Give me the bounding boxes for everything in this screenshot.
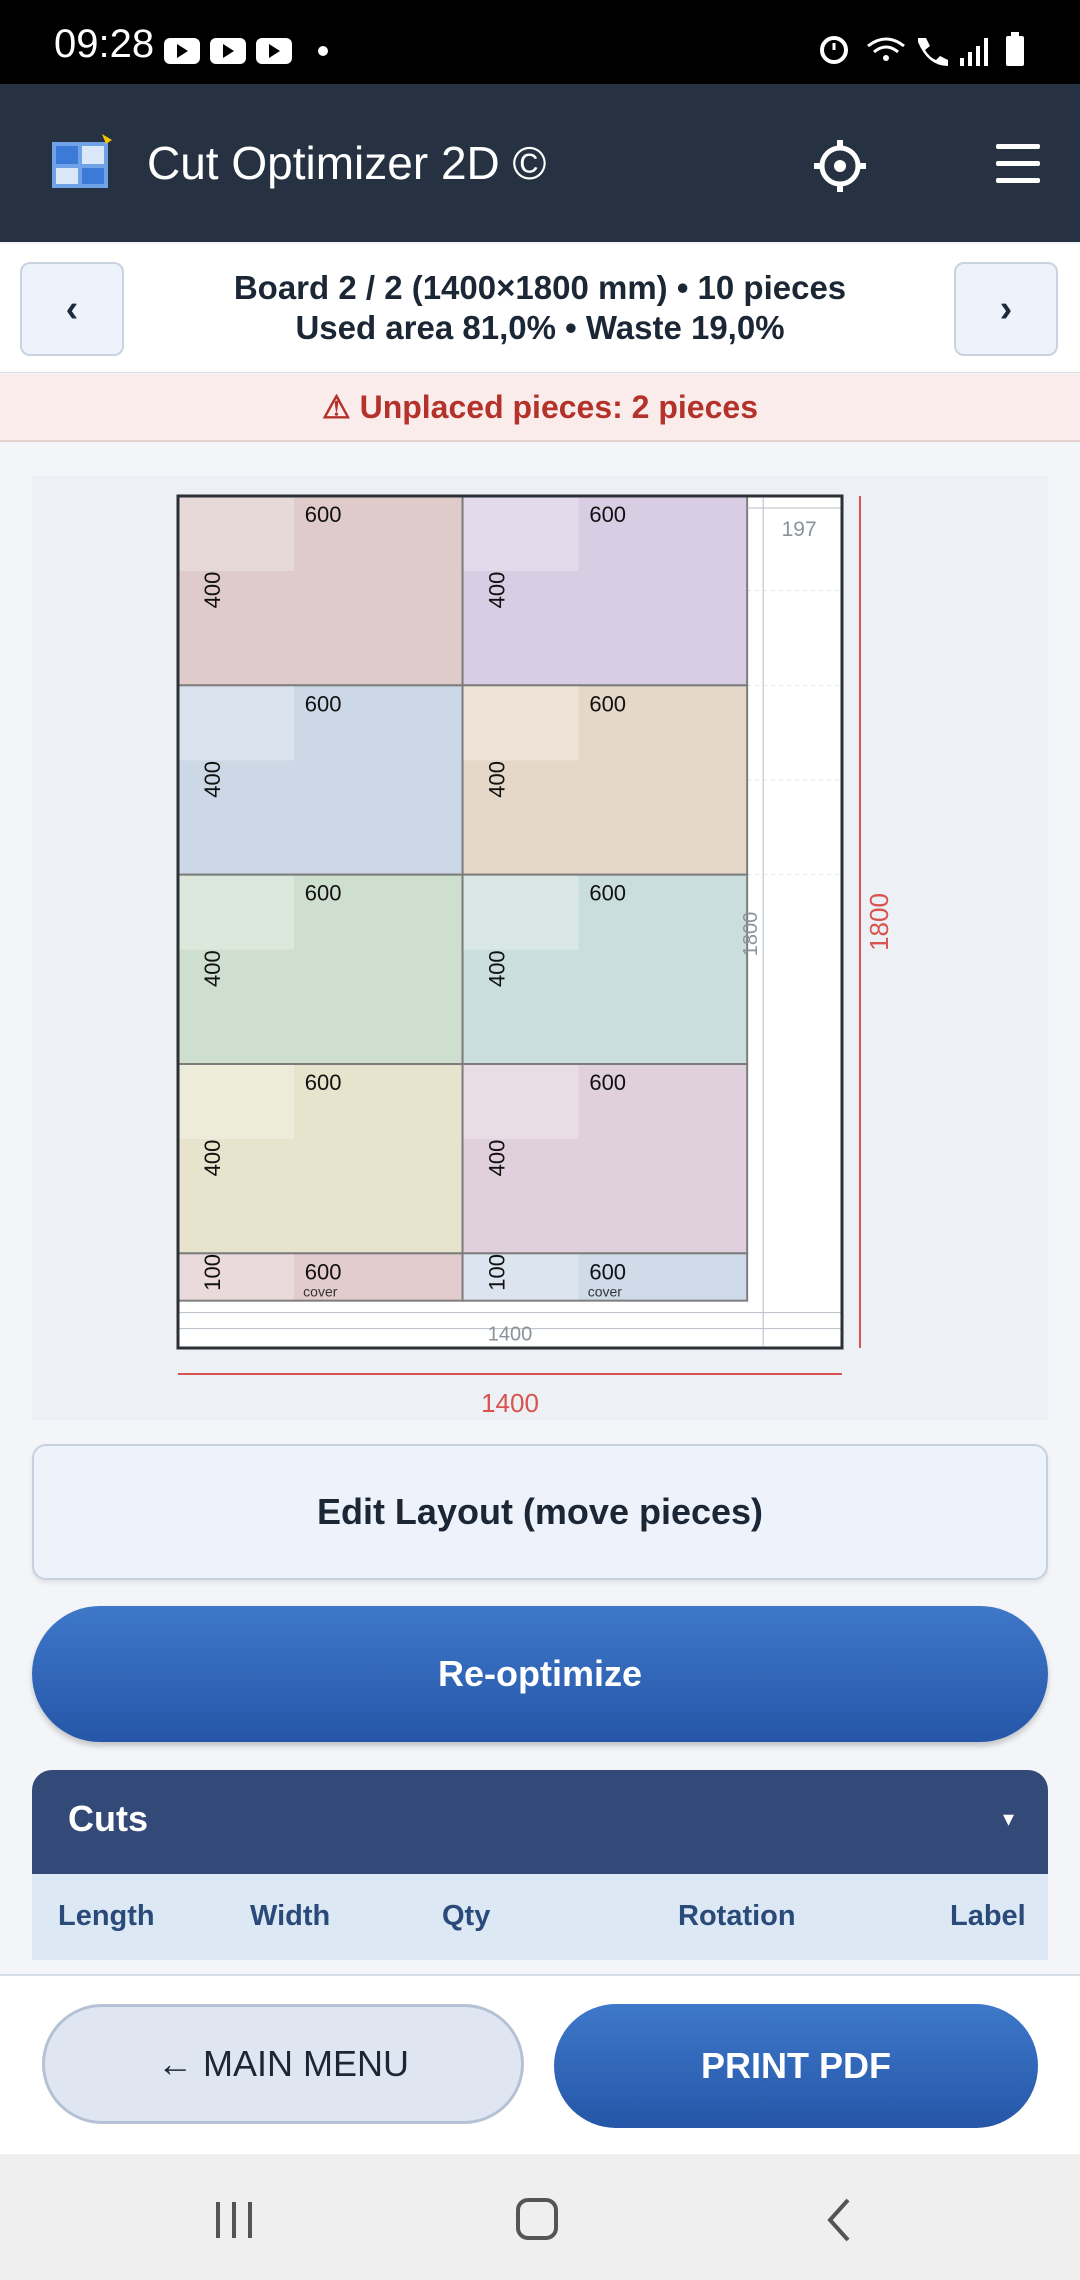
status-icons (820, 32, 1024, 66)
piece-height-label: 100 (200, 1254, 225, 1291)
board-navigation: ‹ Board 2 / 2 (1400×1800 mm) • 10 pieces… (0, 244, 1080, 373)
cut-layout-diagram[interactable]: 600 400 600 400 600 400 600 400 600 400 600 400 600 4… (32, 476, 1048, 1420)
piece-height-label: 400 (485, 761, 510, 798)
edit-layout-button[interactable]: Edit Layout (move pieces) (32, 1444, 1048, 1580)
piece-label: cover (588, 1284, 623, 1300)
bottom-action-bar: ← MAIN MENU PRINT PDF (0, 1974, 1080, 2156)
home-icon[interactable] (514, 2196, 560, 2242)
piece-width-label: 600 (589, 1070, 626, 1095)
piece-grain-marker (179, 1065, 294, 1139)
piece-width-label: 600 (589, 502, 626, 527)
inner-height-dimension: 1800 (740, 912, 762, 957)
piece-width-label: 600 (305, 1259, 342, 1284)
status-time: 09:28 (54, 22, 155, 66)
reoptimize-button[interactable]: Re-optimize (32, 1606, 1048, 1742)
piece-width-label: 600 (305, 502, 342, 527)
board-width-dimension: 1400 (481, 1388, 539, 1418)
piece-grain-marker (463, 497, 579, 571)
hamburger-menu-icon[interactable] (994, 142, 1042, 186)
previous-board-button[interactable]: ‹ (20, 262, 124, 356)
app-logo-icon (52, 134, 112, 188)
column-header-qty[interactable]: Qty (442, 1900, 490, 1933)
piece-label: cover (303, 1284, 338, 1300)
app-title: Cut Optimizer 2D © (147, 137, 547, 189)
back-icon[interactable] (822, 2196, 856, 2244)
app-bar: Cut Optimizer 2D © (0, 84, 1080, 242)
piece-height-label: 400 (200, 572, 225, 609)
main-menu-button[interactable]: ← MAIN MENU (42, 2004, 524, 2124)
piece-width-label: 600 (305, 1070, 342, 1095)
piece-width-label: 600 (305, 691, 342, 716)
piece-height-label: 400 (200, 950, 225, 987)
system-navigation-bar (0, 2154, 1080, 2280)
piece-grain-marker (179, 686, 294, 761)
piece-grain-marker (179, 497, 294, 571)
status-bar: 09:28 (0, 0, 1080, 84)
board-summary: Board 2 / 2 (1400×1800 mm) • 10 pieces (233, 269, 847, 306)
piece-grain-marker (179, 1254, 294, 1300)
piece-height-label: 100 (485, 1254, 510, 1291)
piece-height-label: 400 (200, 1140, 225, 1177)
piece-height-label: 400 (485, 572, 510, 609)
column-header-length[interactable]: Length (58, 1900, 155, 1933)
piece-height-label: 400 (485, 950, 510, 987)
youtube-notification-icons (164, 38, 328, 64)
piece-width-label: 600 (589, 691, 626, 716)
piece-grain-marker (179, 875, 294, 950)
collapse-toggle-icon[interactable]: ▾ (1003, 1806, 1014, 1832)
unplaced-pieces-warning: ⚠ Unplaced pieces: 2 pieces (0, 374, 1080, 442)
piece-width-label: 600 (589, 881, 626, 906)
cuts-section-header[interactable]: Cuts ▾ (32, 1770, 1048, 1874)
board-usage: Used area 81,0% • Waste 19,0% (295, 309, 785, 346)
column-header-label[interactable]: Label (950, 1900, 1026, 1933)
piece-grain-marker (463, 875, 579, 950)
layout-preview-panel: 600 400 600 400 600 400 600 400 600 400 600 400 600 4… (32, 476, 1048, 1420)
piece-grain-marker (463, 1065, 579, 1139)
piece-height-label: 400 (200, 761, 225, 798)
piece-width-label: 600 (305, 881, 342, 906)
piece-height-label: 400 (485, 1140, 510, 1177)
piece-grain-marker (463, 686, 579, 761)
cuts-title: Cuts (68, 1798, 148, 1839)
cuts-table-header: Length Width Qty Rotation Label (32, 1874, 1048, 1960)
waste-width-label: 197 (782, 518, 817, 541)
recent-apps-icon[interactable] (212, 2200, 256, 2240)
column-header-width[interactable]: Width (250, 1900, 330, 1933)
print-pdf-button[interactable]: PRINT PDF (554, 2004, 1038, 2128)
board-info: Board 2 / 2 (1400×1800 mm) • 10 pieces U… (140, 268, 940, 348)
inner-width-dimension: 1400 (488, 1324, 533, 1346)
piece-width-label: 600 (589, 1259, 626, 1284)
column-header-rotation[interactable]: Rotation (678, 1900, 796, 1933)
piece-grain-marker (463, 1254, 579, 1300)
board-height-dimension: 1800 (864, 893, 894, 951)
settings-icon[interactable] (812, 138, 868, 194)
next-board-button[interactable]: › (954, 262, 1058, 356)
